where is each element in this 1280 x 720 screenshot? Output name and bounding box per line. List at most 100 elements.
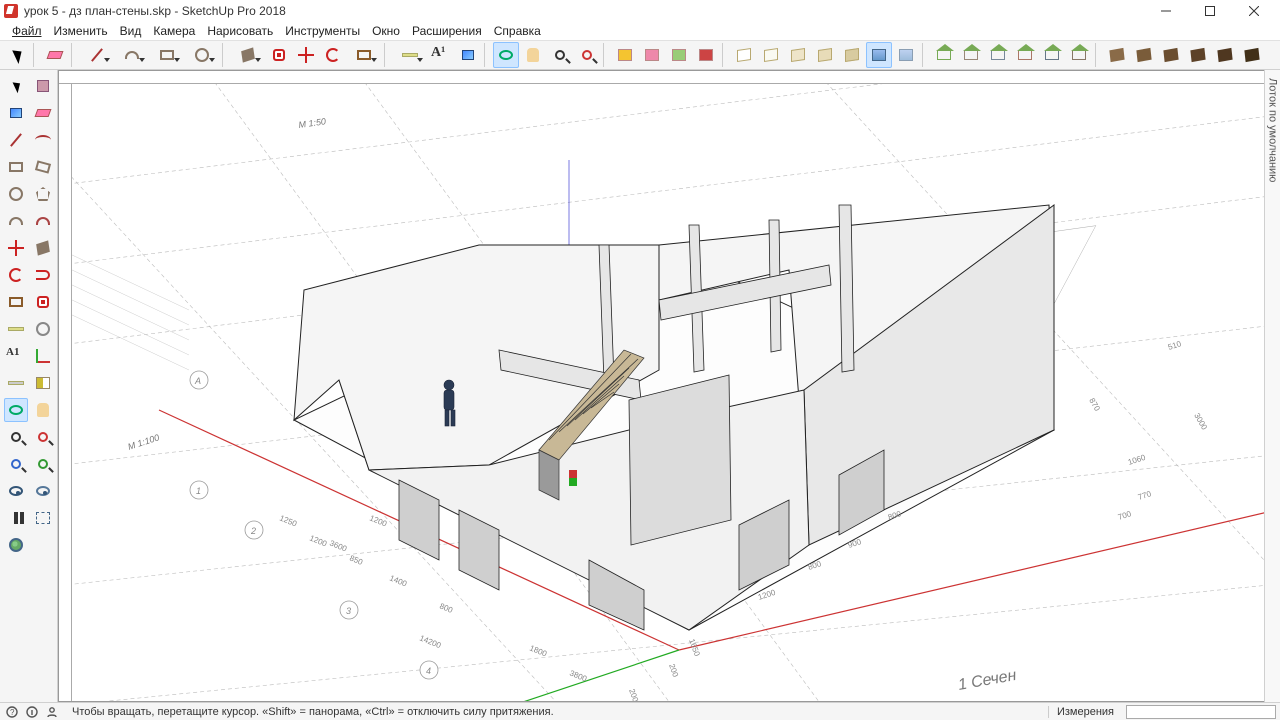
side-pan-button[interactable]: [31, 398, 55, 422]
tray-label: Лоток по умолчанию: [1267, 70, 1279, 182]
side-axes-button[interactable]: [31, 344, 55, 368]
tape-measure-button[interactable]: [393, 42, 427, 68]
solid-outer-button[interactable]: [1104, 42, 1130, 68]
menu-draw[interactable]: Нарисовать: [201, 24, 279, 38]
side-xray-button[interactable]: [31, 506, 55, 530]
side-pushpull-button[interactable]: [31, 236, 55, 260]
titlebar: урок 5 - дз план-стены.skp - SketchUp Pr…: [0, 0, 1280, 22]
side-rotrect-button[interactable]: [31, 155, 55, 179]
side-zoom-button[interactable]: [4, 425, 28, 449]
style-mono-button[interactable]: [839, 42, 865, 68]
menu-window[interactable]: Окно: [366, 24, 406, 38]
view-front-button[interactable]: [985, 42, 1011, 68]
paint-bucket-button[interactable]: [455, 42, 481, 68]
side-prevview-button[interactable]: [31, 452, 55, 476]
arc-tool-button[interactable]: [115, 42, 149, 68]
style-hidden-button[interactable]: [758, 42, 784, 68]
solid-subtract-button[interactable]: [1185, 42, 1211, 68]
3dwarehouse-2-button[interactable]: [639, 42, 665, 68]
side-arc-button[interactable]: [4, 209, 28, 233]
side-section-button[interactable]: [31, 371, 55, 395]
measurements-input[interactable]: [1126, 705, 1276, 719]
push-pull-button[interactable]: [231, 42, 265, 68]
side-followme-button[interactable]: [31, 263, 55, 287]
menu-view[interactable]: Вид: [114, 24, 148, 38]
style-xray-button[interactable]: [893, 42, 919, 68]
close-button[interactable]: [1232, 0, 1276, 22]
side-paint-button[interactable]: [4, 101, 28, 125]
tray-tab[interactable]: Лоток по умолчанию: [1264, 70, 1280, 702]
side-geo-button[interactable]: [4, 533, 28, 557]
orbit-button[interactable]: [493, 42, 519, 68]
rotate-button[interactable]: [320, 42, 346, 68]
3dwarehouse-3-button[interactable]: [666, 42, 692, 68]
rectangle-tool-button[interactable]: [150, 42, 184, 68]
style-shaded-button[interactable]: [785, 42, 811, 68]
side-lookaround-button[interactable]: [31, 479, 55, 503]
side-tape-button[interactable]: [4, 317, 28, 341]
side-dimension-button[interactable]: [4, 371, 28, 395]
style-color-button[interactable]: [866, 42, 892, 68]
view-back-button[interactable]: [1039, 42, 1065, 68]
side-orbit-button[interactable]: [4, 398, 28, 422]
side-offset-button[interactable]: [31, 290, 55, 314]
side-poscamera-button[interactable]: [4, 479, 28, 503]
side-select-button[interactable]: [4, 74, 28, 98]
maximize-button[interactable]: [1188, 0, 1232, 22]
line-tool-button[interactable]: [80, 42, 114, 68]
side-circle-button[interactable]: [4, 182, 28, 206]
side-rotate-button[interactable]: [4, 263, 28, 287]
text-tool-button[interactable]: A¹: [428, 42, 454, 68]
side-scale-button[interactable]: [4, 290, 28, 314]
info-icon[interactable]: [24, 704, 40, 720]
view-left-button[interactable]: [1066, 42, 1092, 68]
side-line-button[interactable]: [4, 128, 28, 152]
view-iso-button[interactable]: [931, 42, 957, 68]
user-icon[interactable]: [44, 704, 60, 720]
select-cursor-button[interactable]: [4, 42, 30, 68]
side-rect-button[interactable]: [4, 155, 28, 179]
viewport[interactable]: М 1:100 М 1:50 1 Сечен 1200 850 1400 800…: [58, 70, 1280, 702]
side-arc2-button[interactable]: [31, 209, 55, 233]
pan-button[interactable]: [520, 42, 546, 68]
menu-edit[interactable]: Изменить: [48, 24, 114, 38]
style-tex-button[interactable]: [812, 42, 838, 68]
style-wire-button[interactable]: [731, 42, 757, 68]
solid-union-button[interactable]: [1158, 42, 1184, 68]
side-component-button[interactable]: [31, 74, 55, 98]
side-move-button[interactable]: [4, 236, 28, 260]
side-walk-button[interactable]: [4, 506, 28, 530]
side-polygon-button[interactable]: [31, 182, 55, 206]
menu-tools[interactable]: Инструменты: [279, 24, 366, 38]
menu-help[interactable]: Справка: [488, 24, 547, 38]
move-button[interactable]: [293, 42, 319, 68]
menu-camera[interactable]: Камера: [147, 24, 201, 38]
circle-tool-button[interactable]: [185, 42, 219, 68]
solid-trim-button[interactable]: [1212, 42, 1238, 68]
side-zoomext-button[interactable]: [4, 452, 28, 476]
scale-button[interactable]: [347, 42, 381, 68]
help-icon[interactable]: ?: [4, 704, 20, 720]
zoom-extents-button[interactable]: [574, 42, 600, 68]
app-icon: [4, 4, 18, 18]
side-eraser-button[interactable]: [31, 101, 55, 125]
side-protractor-button[interactable]: [31, 317, 55, 341]
solid-intersect-button[interactable]: [1131, 42, 1157, 68]
window-title: урок 5 - дз план-стены.skp - SketchUp Pr…: [24, 4, 1144, 18]
side-zoomwin-button[interactable]: [31, 425, 55, 449]
eraser-button[interactable]: [42, 42, 68, 68]
offset-button[interactable]: [266, 42, 292, 68]
side-text-button[interactable]: A1: [4, 344, 28, 368]
menu-extensions[interactable]: Расширения: [406, 24, 488, 38]
ext-warehouse-button[interactable]: [693, 42, 719, 68]
view-top-button[interactable]: [958, 42, 984, 68]
view-right-button[interactable]: [1012, 42, 1038, 68]
solid-split-button[interactable]: [1239, 42, 1265, 68]
minimize-button[interactable]: [1144, 0, 1188, 22]
measurements-label: Измерения: [1048, 706, 1122, 718]
menu-file[interactable]: Файл: [6, 24, 48, 38]
side-toolbox: A1: [0, 70, 58, 702]
3dwarehouse-1-button[interactable]: [612, 42, 638, 68]
zoom-button[interactable]: [547, 42, 573, 68]
side-freehand-button[interactable]: [31, 128, 55, 152]
